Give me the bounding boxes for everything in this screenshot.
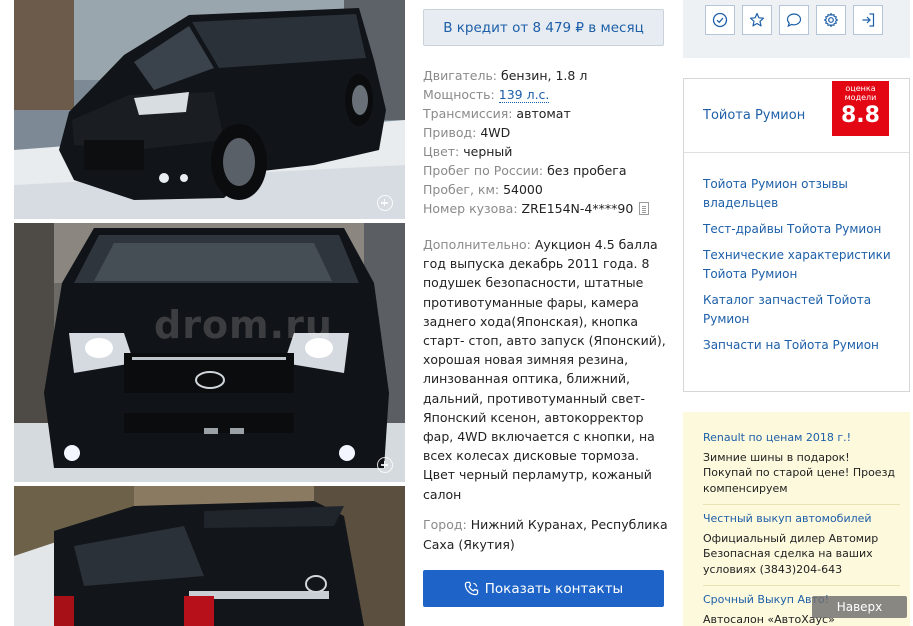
description-text: Аукцион 4.5 балла год выпуска декабрь 20… — [423, 237, 666, 502]
power-link[interactable]: 139 л.с. — [498, 87, 550, 103]
spec-body-number: Номер кузова: ZRE154N-4****90 — [423, 199, 669, 218]
rating-value: 8.8 — [841, 103, 880, 128]
model-link-test-drives[interactable]: Тест-драйвы Тойота Румион — [703, 220, 903, 239]
spec-power: Мощность: 139 л.с. — [423, 87, 550, 103]
rating-caption: оценка модели — [844, 84, 877, 102]
car-photo-front[interactable]: drom.ru — [14, 223, 405, 482]
model-rating-badge[interactable]: оценка модели 8.8 — [832, 81, 889, 136]
star-icon — [749, 12, 765, 27]
message-button[interactable] — [779, 5, 809, 35]
back-to-top-button[interactable]: Наверх — [812, 596, 907, 618]
check-circle-icon — [712, 12, 728, 28]
model-header: Тойота Румион оценка модели 8.8 — [684, 79, 909, 153]
model-info-panel: Тойота Румион оценка модели 8.8 Тойота Р… — [683, 78, 910, 392]
model-link-parts-catalog[interactable]: Каталог запчастей Тойота Румион — [703, 291, 903, 329]
location: Город: Нижний Куранах, Республика Саха (… — [423, 517, 668, 552]
model-link-specs[interactable]: Технические характеристики Тойота Румион — [703, 246, 903, 284]
ad-title[interactable]: Честный выкуп автомобилей — [703, 511, 900, 527]
spec-mileage: Пробег, км: 54000 — [423, 182, 543, 197]
ad-item[interactable]: Честный выкуп автомобилей Официальный ди… — [703, 511, 900, 577]
divider — [703, 585, 900, 586]
ad-body: Зимние шины в подарок! Покупай по старой… — [703, 450, 896, 495]
favorite-button[interactable] — [742, 5, 772, 35]
spec-russia-mileage: Пробег по России: без пробега — [423, 163, 627, 178]
car-photo-rear[interactable] — [14, 486, 405, 626]
chat-icon — [786, 13, 802, 28]
zoom-icon[interactable] — [377, 195, 393, 211]
document-icon[interactable] — [639, 202, 650, 215]
spec-list: Двигатель: бензин, 1.8 л Мощность: 139 л… — [423, 66, 669, 218]
settings-button[interactable] — [816, 5, 846, 35]
spec-drive: Привод: 4WD — [423, 125, 511, 140]
photo-gallery: drom.ru — [14, 0, 405, 626]
ads-block: Renault по ценам 2018 г.! Зимние шины в … — [683, 412, 910, 626]
ad-body: Официальный дилер Автомир Безопасная сде… — [703, 531, 879, 576]
logout-icon — [862, 13, 875, 27]
spec-transmission: Трансмиссия: автомат — [423, 106, 571, 121]
spec-engine: Двигатель: бензин, 1.8 л — [423, 68, 588, 83]
car-photo-front-three-quarter[interactable] — [14, 0, 405, 219]
model-link-reviews[interactable]: Тойота Румион отзывы владельцев — [703, 175, 903, 213]
phone-icon — [464, 581, 478, 596]
model-title-link[interactable]: Тойота Румион — [703, 108, 805, 123]
logout-button[interactable] — [853, 5, 883, 35]
zoom-icon[interactable] — [377, 457, 393, 473]
description: Дополнительно: Аукцион 4.5 балла год вып… — [423, 237, 666, 502]
show-contacts-label: Показать контакты — [484, 580, 624, 597]
gear-icon — [823, 12, 839, 28]
model-link-parts[interactable]: Запчасти на Тойота Румион — [703, 336, 903, 355]
ad-title[interactable]: Renault по ценам 2018 г.! — [703, 430, 900, 446]
credit-button[interactable]: В кредит от 8 479 ₽ в месяц — [423, 9, 664, 46]
show-contacts-button[interactable]: Показать контакты — [423, 570, 664, 607]
ad-item[interactable]: Renault по ценам 2018 г.! Зимние шины в … — [703, 430, 900, 496]
model-links: Тойота Румион отзывы владельцев Тест-дра… — [703, 175, 903, 362]
divider — [703, 504, 900, 505]
action-toolbar — [683, 0, 910, 58]
spec-color: Цвет: черный — [423, 144, 513, 159]
check-button[interactable] — [705, 5, 735, 35]
watermark: drom.ru — [154, 303, 333, 347]
